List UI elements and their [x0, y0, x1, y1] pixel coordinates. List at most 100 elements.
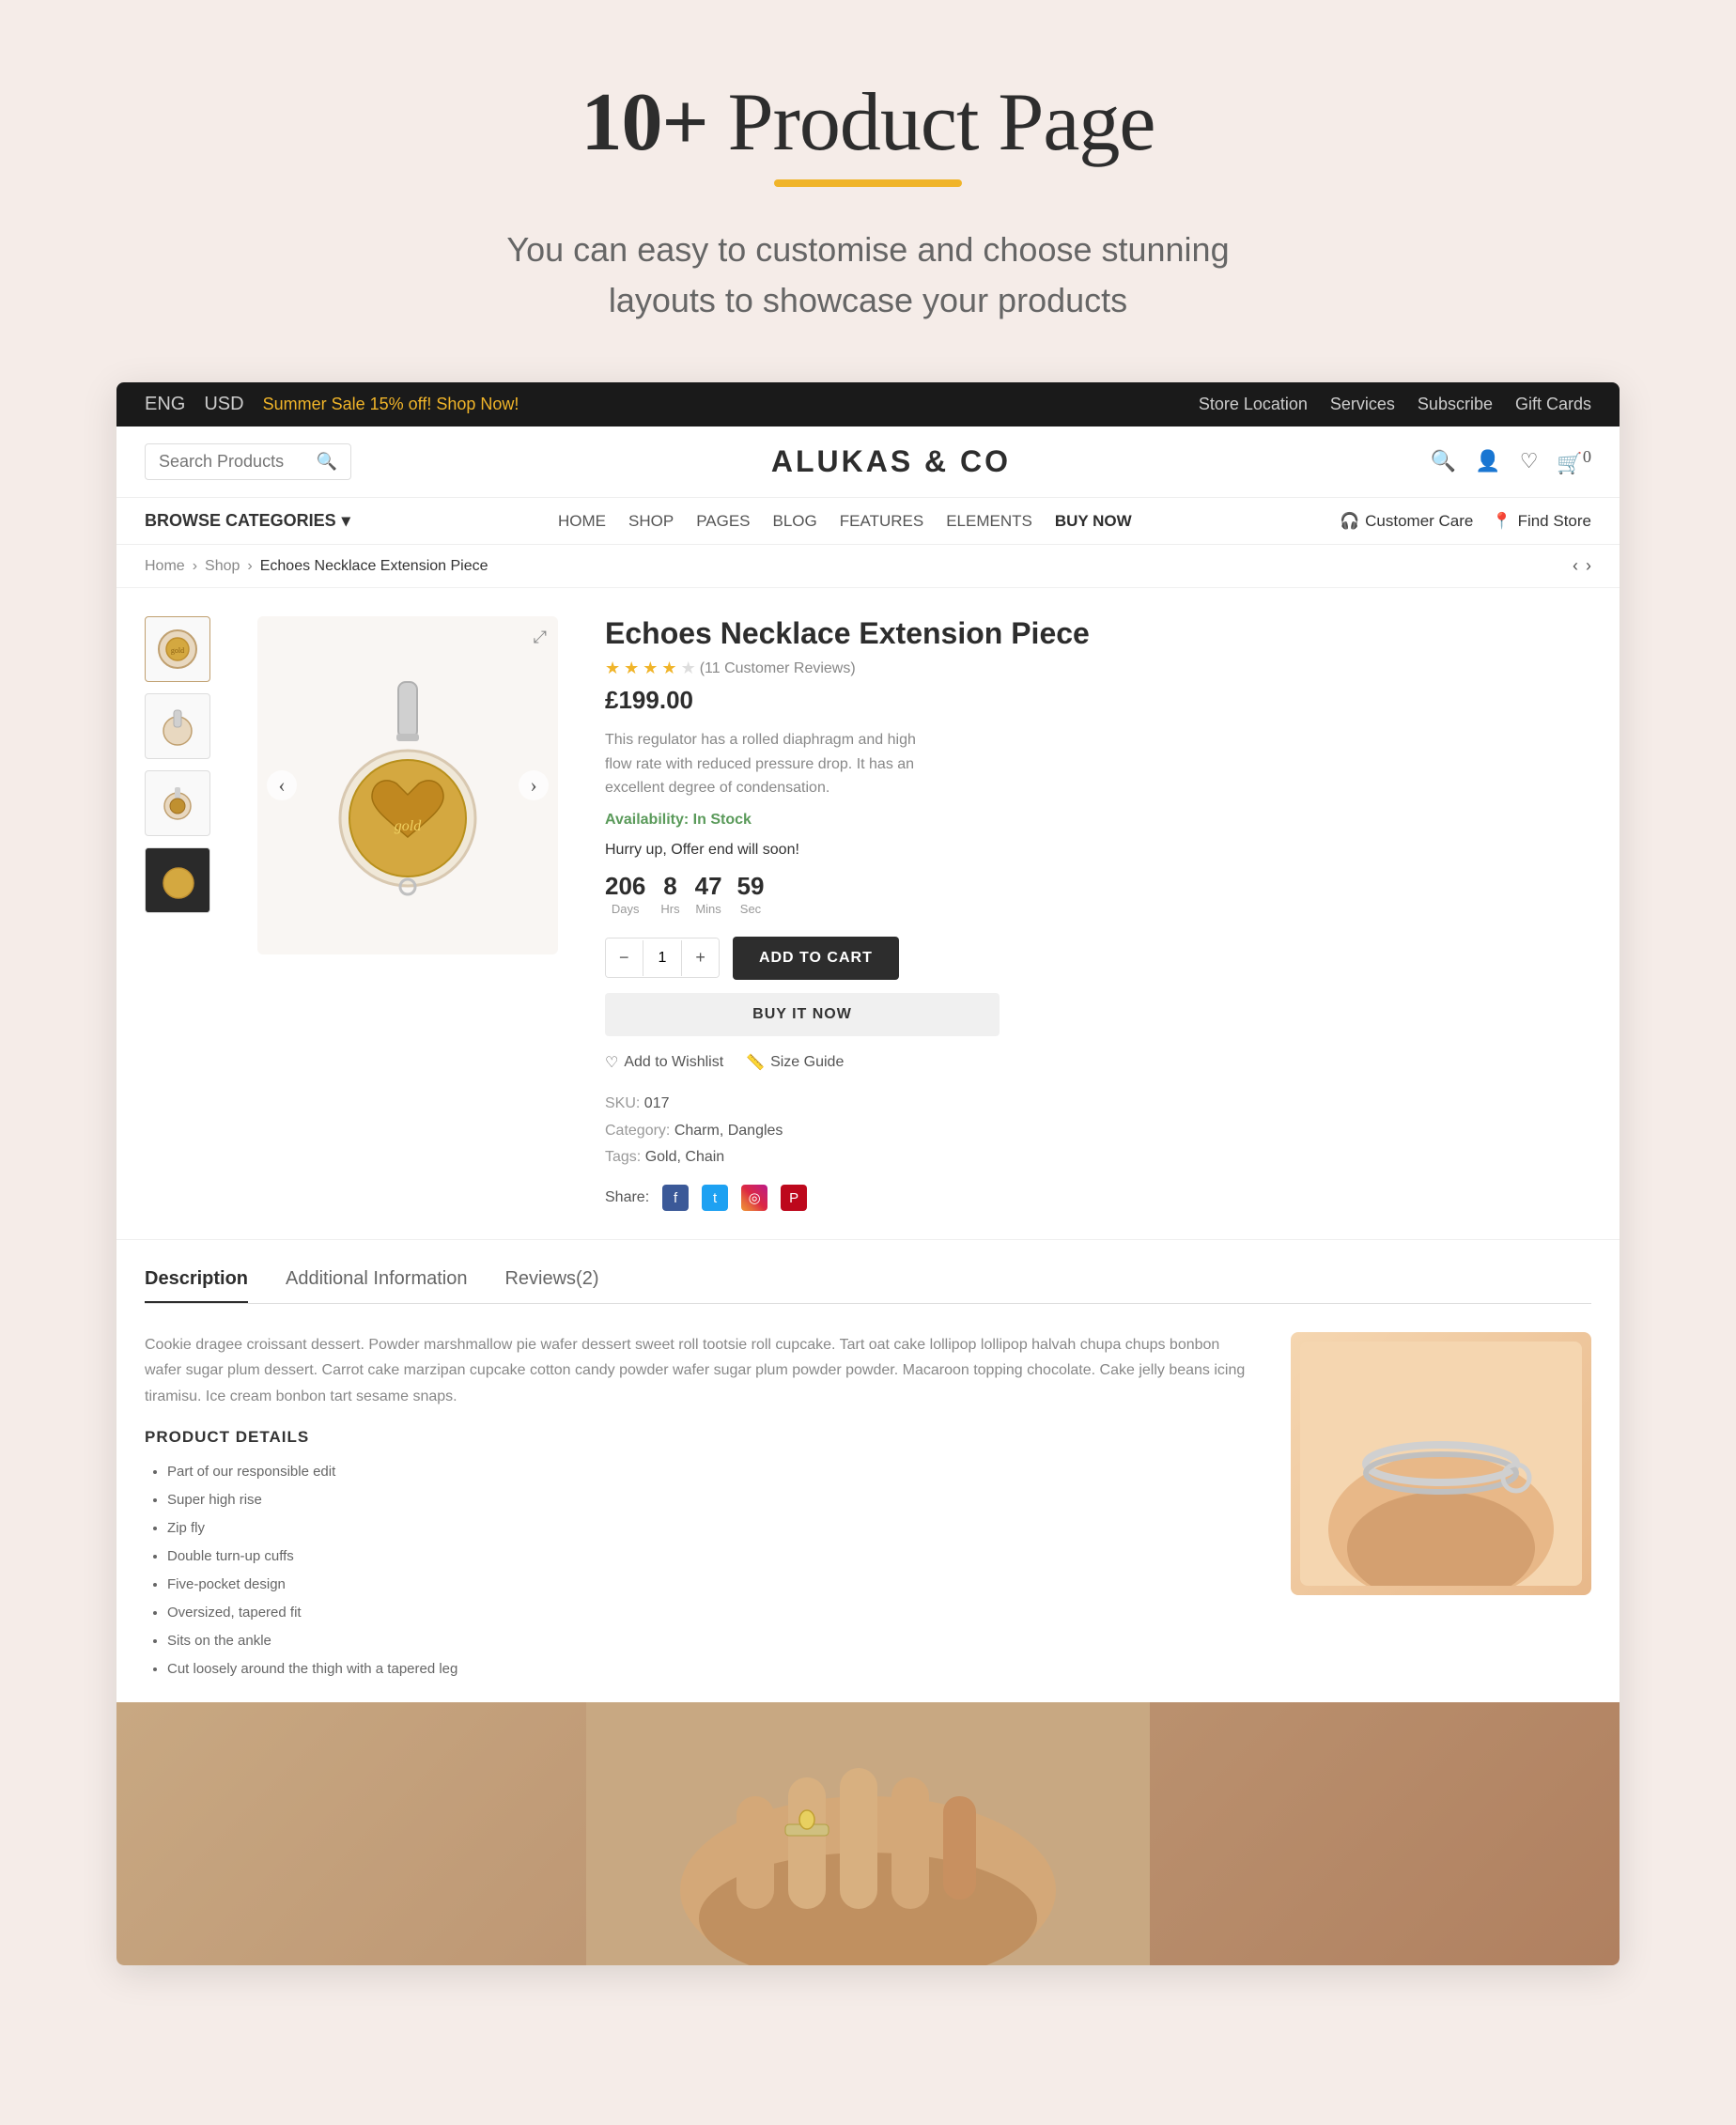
breadcrumb-nav: ‹ ›	[1573, 556, 1591, 576]
breadcrumb-home[interactable]: Home	[145, 558, 185, 575]
countdown-seconds: 59 Sec	[737, 872, 765, 918]
product-details-heading: PRODUCT DETAILS	[145, 1428, 1253, 1447]
product-thumbnails: gold	[145, 616, 220, 1211]
quantity-control: − 1 +	[605, 938, 720, 978]
tags-label: Tags:	[605, 1149, 641, 1165]
share-twitter-btn[interactable]: t	[702, 1185, 728, 1211]
share-label: Share:	[605, 1189, 649, 1206]
nav-features[interactable]: FEATURES	[840, 512, 923, 531]
countdown-minutes-value: 47	[695, 872, 722, 901]
wishlist-icon-header[interactable]: ♡	[1520, 449, 1539, 473]
topbar-store-location[interactable]: Store Location	[1199, 395, 1308, 414]
breadcrumb-sep1: ›	[193, 558, 197, 575]
next-image-btn[interactable]: ›	[519, 770, 549, 800]
tab-description[interactable]: Description	[145, 1268, 248, 1303]
list-item: Sits on the ankle	[167, 1627, 1253, 1655]
brand-name: ALUKAS & CO	[771, 444, 1011, 479]
star-3: ★	[643, 659, 658, 678]
share-instagram-btn[interactable]: ◎	[741, 1185, 767, 1211]
topbar-sale-text: Summer Sale	[263, 395, 370, 413]
sku-label: SKU:	[605, 1095, 640, 1111]
product-meta: SKU: 017 Category: Charm, Dangles Tags: …	[605, 1091, 1582, 1171]
list-item: Cut loosely around the thigh with a tape…	[167, 1655, 1253, 1683]
nav-elements[interactable]: ELEMENTS	[946, 512, 1032, 531]
search-input[interactable]	[159, 452, 309, 472]
cart-icon[interactable]: 🛒0	[1557, 447, 1591, 475]
nav-pages[interactable]: PAGES	[696, 512, 750, 531]
add-to-cart-row: − 1 + ADD TO CART	[605, 937, 1582, 980]
add-to-wishlist-btn[interactable]: ♡ Add to Wishlist	[605, 1053, 723, 1072]
product-image-svg: gold	[314, 673, 502, 898]
topbar-lang[interactable]: ENG	[145, 394, 185, 415]
svg-text:gold: gold	[171, 646, 184, 655]
nav-shop[interactable]: SHOP	[628, 512, 674, 531]
thumbnail-4[interactable]	[145, 847, 210, 913]
reviews-link[interactable]: (11 Customer Reviews)	[700, 660, 856, 677]
breadcrumb: Home › Shop › Echoes Necklace Extension …	[116, 545, 1620, 588]
next-product-btn[interactable]: ›	[1586, 556, 1591, 576]
wishlist-row: ♡ Add to Wishlist 📏 Size Guide	[605, 1053, 1582, 1072]
topbar-subscribe[interactable]: Subscribe	[1418, 395, 1493, 414]
product-availability: Availability: In Stock	[605, 812, 1582, 829]
topbar-currency[interactable]: USD	[204, 394, 243, 415]
tab-product-image	[1291, 1332, 1591, 1595]
breadcrumb-shop[interactable]: Shop	[205, 558, 240, 575]
navbar: BROWSE CATEGORIES ▾ HOME SHOP PAGES BLOG…	[116, 498, 1620, 545]
hero-underline-decoration	[774, 179, 962, 187]
share-pinterest-btn[interactable]: P	[781, 1185, 807, 1211]
ruler-icon: 📏	[746, 1053, 765, 1072]
bottom-product-image-section	[116, 1702, 1620, 1965]
nav-blog[interactable]: BLOG	[773, 512, 817, 531]
main-product-image: ⤢ ‹ gold ›	[257, 616, 558, 954]
thumbnail-3[interactable]	[145, 770, 210, 836]
list-item: Double turn-up cuffs	[167, 1543, 1253, 1571]
size-guide-btn[interactable]: 📏 Size Guide	[746, 1053, 844, 1072]
thumb-necklace-1-icon: gold	[154, 626, 201, 673]
category-row: Category: Charm, Dangles	[605, 1118, 1582, 1145]
find-store-btn[interactable]: 📍 Find Store	[1492, 512, 1591, 531]
add-to-cart-button[interactable]: ADD TO CART	[733, 937, 899, 980]
search-icon[interactable]: 🔍	[317, 452, 337, 472]
qty-decrease-btn[interactable]: −	[606, 938, 643, 977]
countdown-timer: 206 Days 8 Hrs 47 Mins 59 Sec	[605, 872, 1582, 918]
hero-title-suffix: Product Page	[708, 77, 1155, 168]
search-icon-header[interactable]: 🔍	[1431, 449, 1456, 473]
breadcrumb-sep2: ›	[247, 558, 252, 575]
tabs-section: Description Additional Information Revie…	[116, 1239, 1620, 1702]
hero-title-bold: 10+	[581, 77, 708, 168]
search-bar[interactable]: 🔍	[145, 443, 351, 480]
account-icon[interactable]: 👤	[1475, 449, 1500, 473]
prev-product-btn[interactable]: ‹	[1573, 556, 1578, 576]
topbar-sale-cta[interactable]: Shop Now!	[431, 395, 519, 413]
bracelet-illustration	[1300, 1342, 1582, 1586]
topbar-left: ENG USD Summer Sale 15% off! Shop Now!	[145, 394, 519, 415]
countdown-seconds-value: 59	[737, 872, 765, 901]
qty-increase-btn[interactable]: +	[682, 938, 719, 977]
topbar-services[interactable]: Services	[1330, 395, 1395, 414]
star-4: ★	[661, 659, 676, 678]
share-facebook-btn[interactable]: f	[662, 1185, 689, 1211]
expand-image-btn[interactable]: ⤢	[534, 628, 547, 647]
countdown-days-value: 206	[605, 872, 645, 901]
nav-links: HOME SHOP PAGES BLOG FEATURES ELEMENTS B…	[379, 512, 1311, 531]
product-tabs: Description Additional Information Revie…	[145, 1268, 1591, 1304]
customer-care-btn[interactable]: 🎧 Customer Care	[1340, 512, 1473, 531]
nav-buy-now[interactable]: BUY NOW	[1055, 512, 1132, 531]
tab-reviews[interactable]: Reviews(2)	[504, 1268, 598, 1303]
star-2: ★	[624, 659, 639, 678]
thumbnail-1[interactable]: gold	[145, 616, 210, 682]
prev-image-btn[interactable]: ‹	[267, 770, 297, 800]
buy-it-now-button[interactable]: BUY IT NOW	[605, 993, 1000, 1036]
list-item: Part of our responsible edit	[167, 1458, 1253, 1486]
thumbnail-2[interactable]	[145, 693, 210, 759]
tab-additional-info[interactable]: Additional Information	[286, 1268, 467, 1303]
browse-categories-btn[interactable]: BROWSE CATEGORIES ▾	[145, 511, 350, 531]
nav-home[interactable]: HOME	[558, 512, 606, 531]
topbar-gift-cards[interactable]: Gift Cards	[1515, 395, 1591, 414]
countdown-seconds-label: Sec	[740, 902, 761, 916]
location-icon: 📍	[1492, 512, 1511, 531]
list-item: Zip fly	[167, 1514, 1253, 1543]
headset-icon: 🎧	[1340, 512, 1359, 531]
sku-value: 017	[644, 1095, 670, 1111]
product-info: Echoes Necklace Extension Piece ★ ★ ★ ★ …	[596, 616, 1591, 1211]
